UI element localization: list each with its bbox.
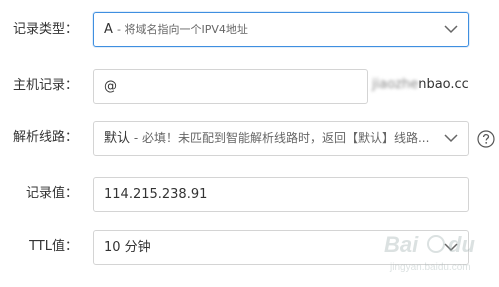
record-type-label: 记录类型：	[12, 22, 78, 37]
chevron-down-icon	[444, 25, 458, 34]
line-select[interactable]: 默认 - 必填！未匹配到智能解析线路时，返回【默认】线路...	[93, 121, 469, 156]
ttl-value: 10 分钟	[104, 240, 151, 255]
host-label: 主机记录：	[12, 78, 78, 93]
watermark-brand: Bai	[384, 232, 419, 257]
record-value-label: 记录值：	[25, 186, 78, 201]
chevron-down-icon	[444, 133, 458, 143]
domain-visible-part: nbao.cc	[418, 77, 469, 92]
line-label: 解析线路：	[12, 130, 78, 145]
question-circle-icon[interactable]	[477, 130, 495, 148]
dns-record-form: 记录类型： A - 将域名指向一个IPV4地址 主机记录： @ jiaozhen…	[0, 0, 499, 287]
domain-blurred-part: jiaozhe	[372, 77, 419, 92]
domain-suffix: jiaozhenbao.cc	[372, 77, 469, 92]
record-value-text: 114.215.238.91	[104, 187, 208, 202]
record-type-select[interactable]: A - 将域名指向一个IPV4地址	[93, 12, 469, 47]
record-value-input[interactable]: 114.215.238.91	[93, 177, 469, 212]
ttl-label: TTL值：	[29, 239, 78, 254]
watermark-brand2: du	[448, 232, 475, 257]
baidu-jingyan-watermark: Bai du jingyan.baidu.com	[384, 232, 475, 273]
line-value: 默认	[104, 131, 131, 146]
host-input[interactable]: @	[93, 69, 368, 104]
record-type-value: A	[104, 22, 113, 37]
line-hint: - 必填！未匹配到智能解析线路时，返回【默认】线路...	[130, 131, 430, 145]
record-type-hint: - 将域名指向一个IPV4地址	[117, 23, 248, 36]
host-value: @	[104, 79, 117, 94]
watermark-sub: jingyan.baidu.com	[389, 262, 471, 273]
